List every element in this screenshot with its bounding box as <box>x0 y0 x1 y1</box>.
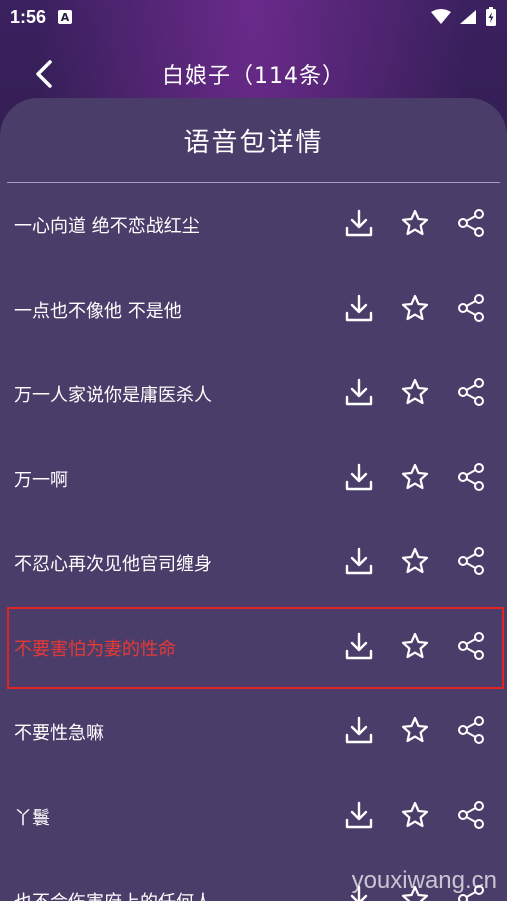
notification-badge: A <box>58 10 73 24</box>
share-button[interactable] <box>453 799 489 835</box>
voice-clip-label: 不要性急嘛 <box>14 723 104 745</box>
share-button[interactable] <box>453 461 489 497</box>
share-icon <box>456 293 486 327</box>
download-icon <box>344 631 374 665</box>
share-icon <box>456 715 486 749</box>
download-icon <box>344 377 374 411</box>
list-item[interactable]: 万一人家说你是庸医杀人 <box>0 352 507 437</box>
share-button[interactable] <box>453 376 489 412</box>
share-icon <box>456 377 486 411</box>
share-icon <box>456 462 486 496</box>
download-button[interactable] <box>341 461 377 497</box>
star-icon <box>400 631 430 665</box>
battery-icon <box>486 7 496 26</box>
favorite-button[interactable] <box>397 714 433 750</box>
download-button[interactable] <box>341 207 377 243</box>
download-icon <box>344 800 374 834</box>
voice-clip-label: 一心向道 绝不恋战红尘 <box>14 216 200 238</box>
share-button[interactable] <box>453 292 489 328</box>
list-item[interactable]: 不忍心再次见他官司缠身 <box>0 521 507 606</box>
list-item[interactable]: 一心向道 绝不恋战红尘 <box>0 183 507 268</box>
download-button[interactable] <box>341 630 377 666</box>
favorite-button[interactable] <box>397 799 433 835</box>
list-item[interactable]: 万一啊 <box>0 437 507 522</box>
download-button[interactable] <box>341 545 377 581</box>
title-bar: 白娘子（114条） <box>0 44 507 104</box>
panel-title: 语音包详情 <box>183 127 324 158</box>
download-icon <box>344 462 374 496</box>
signal-icon <box>460 10 476 24</box>
favorite-button[interactable] <box>397 207 433 243</box>
voice-clip-label: 不忍心再次见他官司缠身 <box>14 554 212 576</box>
voice-clip-label: 不要害怕为妻的性命 <box>14 638 176 660</box>
status-icons <box>431 7 497 27</box>
favorite-button[interactable] <box>397 292 433 328</box>
row-actions <box>341 799 489 835</box>
download-button[interactable] <box>341 714 377 750</box>
share-icon <box>456 208 486 242</box>
chevron-left-icon <box>36 60 52 88</box>
watermark: youxiwang.cn <box>351 867 497 894</box>
download-button[interactable] <box>341 799 377 835</box>
download-icon <box>344 208 374 242</box>
list-item[interactable]: 一点也不像他 不是他 <box>0 268 507 353</box>
voice-clip-label: 万一啊 <box>14 469 68 491</box>
download-icon <box>344 293 374 327</box>
star-icon <box>400 462 430 496</box>
page-title: 白娘子（114条） <box>162 64 345 89</box>
row-actions <box>341 292 489 328</box>
list-item[interactable]: 不要害怕为妻的性命 <box>0 606 507 691</box>
star-icon <box>400 208 430 242</box>
share-button[interactable] <box>453 714 489 750</box>
favorite-button[interactable] <box>397 545 433 581</box>
download-button[interactable] <box>341 292 377 328</box>
list-item[interactable]: 不要性急嘛 <box>0 690 507 775</box>
detail-panel: 语音包详情 一心向道 绝不恋战红尘 一点也不像他 不是他万一人家说你是庸医杀人 万一… <box>0 98 507 901</box>
list-item[interactable]: 丫鬟 <box>0 775 507 860</box>
voice-list: 一心向道 绝不恋战红尘 一点也不像他 不是他万一人家说你是庸医杀人 万一啊不忍心再次… <box>0 183 507 901</box>
favorite-button[interactable] <box>397 630 433 666</box>
status-bar: 1:56 A <box>0 0 507 34</box>
status-time: 1:56 <box>10 6 47 27</box>
share-icon <box>456 546 486 580</box>
voice-clip-label: 一点也不像他 不是他 <box>14 300 182 322</box>
star-icon <box>400 377 430 411</box>
share-button[interactable] <box>453 207 489 243</box>
download-icon <box>344 546 374 580</box>
voice-clip-label: 也不会伤害府上的任何人 <box>14 888 341 901</box>
favorite-button[interactable] <box>397 461 433 497</box>
star-icon <box>400 293 430 327</box>
row-actions <box>341 207 489 243</box>
row-actions <box>341 630 489 666</box>
voice-clip-label: 丫鬟 <box>14 807 50 829</box>
favorite-button[interactable] <box>397 376 433 412</box>
row-actions <box>341 545 489 581</box>
row-actions <box>341 376 489 412</box>
star-icon <box>400 546 430 580</box>
share-icon <box>456 800 486 834</box>
download-button[interactable] <box>341 376 377 412</box>
share-button[interactable] <box>453 630 489 666</box>
back-button[interactable] <box>26 56 62 92</box>
wifi-icon <box>431 9 451 24</box>
star-icon <box>400 715 430 749</box>
star-icon <box>400 800 430 834</box>
download-icon <box>344 715 374 749</box>
row-actions <box>341 461 489 497</box>
row-actions <box>341 714 489 750</box>
share-icon <box>456 631 486 665</box>
voice-clip-label: 万一人家说你是庸医杀人 <box>14 385 212 407</box>
share-button[interactable] <box>453 545 489 581</box>
